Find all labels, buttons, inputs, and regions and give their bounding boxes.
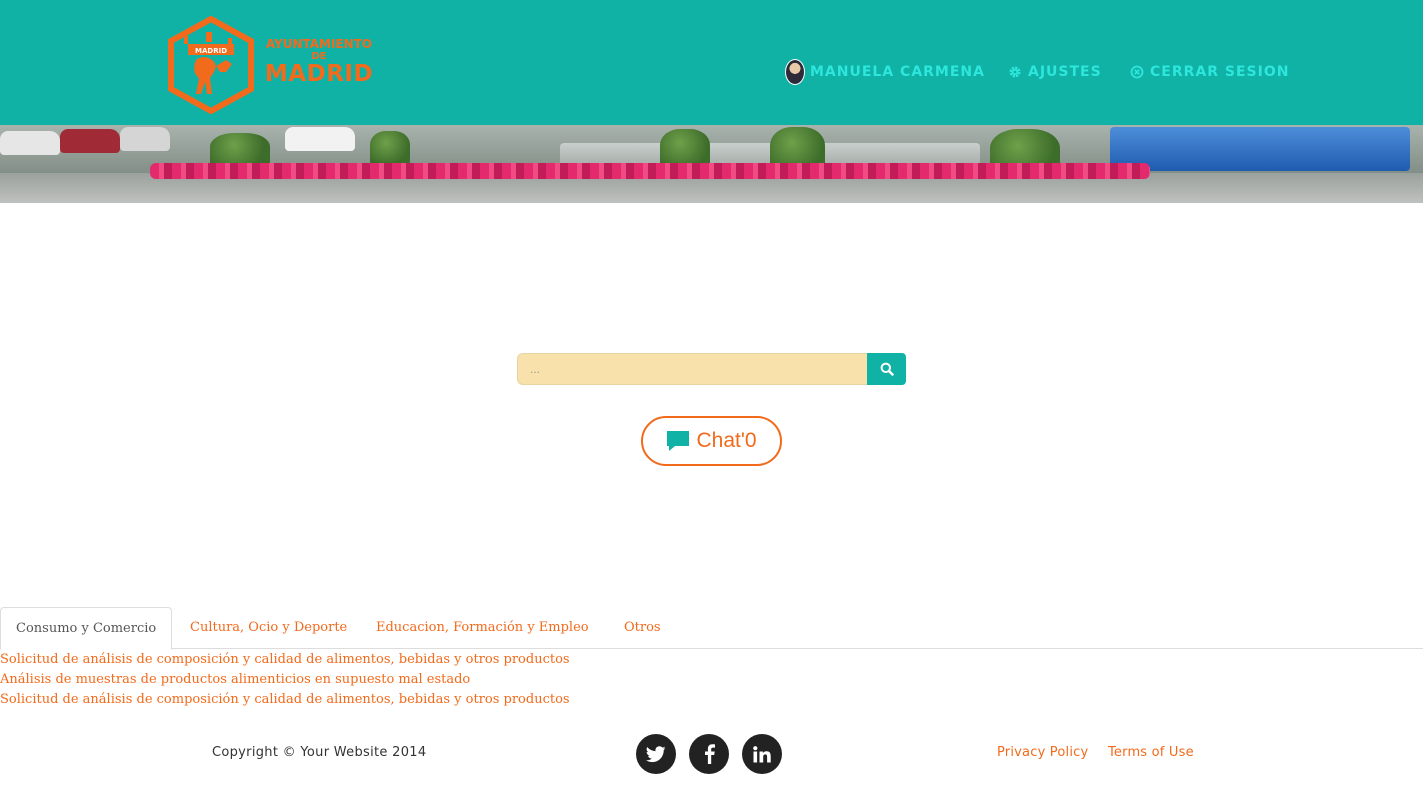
footer-copyright: Copyright © Your Website 2014	[212, 745, 427, 760]
procedure-link[interactable]: Análisis de muestras de productos alimen…	[0, 670, 570, 690]
nav-logout-link[interactable]: CERRAR SESION	[1130, 60, 1289, 84]
tab-cultura-ocio-deporte[interactable]: Cultura, Ocio y Deporte	[175, 607, 362, 649]
madrid-seal-icon: MADRID	[168, 16, 254, 114]
category-tabs: Consumo y Comercio Cultura, Ocio y Depor…	[0, 607, 1423, 650]
logo-line-ayuntamiento: AYUNTAMIENTO	[265, 37, 373, 51]
ayuntamiento-logo[interactable]: MADRID AYUNTAMIENTO DE MADRID	[166, 16, 380, 114]
facebook-button[interactable]	[689, 734, 729, 774]
tab-educacion-formacion-empleo[interactable]: Educacion, Formación y Empleo	[361, 607, 604, 649]
procedure-list: Solicitud de análisis de composición y c…	[0, 650, 570, 710]
avatar	[785, 59, 805, 85]
tab-otros[interactable]: Otros	[609, 607, 676, 649]
chat-bubble-icon	[667, 431, 690, 451]
facebook-icon	[704, 744, 715, 764]
nav-user-profile[interactable]: MANUELA CARMENA	[785, 59, 985, 85]
terms-of-use-link[interactable]: Terms of Use	[1108, 745, 1194, 760]
search-button[interactable]	[867, 353, 906, 385]
hero-banner-image	[0, 125, 1423, 203]
nav-logout-label: CERRAR SESION	[1150, 64, 1290, 80]
tab-consumo-y-comercio[interactable]: Consumo y Comercio	[0, 607, 173, 650]
procedure-link[interactable]: Solicitud de análisis de composición y c…	[0, 690, 570, 710]
logo-wordmark: AYUNTAMIENTO DE MADRID	[258, 37, 380, 87]
procedure-link[interactable]: Solicitud de análisis de composición y c…	[0, 650, 570, 670]
nav-settings-link[interactable]: AJUSTES	[1008, 60, 1102, 84]
chat-button-label: Chat'0	[696, 429, 757, 452]
search-bar	[517, 353, 906, 385]
linkedin-button[interactable]	[742, 734, 782, 774]
nav-user-name: MANUELA CARMENA	[810, 64, 985, 80]
chat-button[interactable]: Chat'0	[641, 416, 782, 466]
svg-text:MADRID: MADRID	[195, 47, 227, 55]
twitter-button[interactable]	[636, 734, 676, 774]
site-header: MADRID AYUNTAMIENTO DE MADRID MANUELA CA…	[0, 0, 1423, 125]
search-input[interactable]	[517, 353, 867, 385]
linkedin-icon	[753, 745, 771, 762]
privacy-policy-link[interactable]: Privacy Policy	[997, 745, 1088, 760]
logo-line-madrid: MADRID	[264, 61, 374, 87]
twitter-icon	[646, 745, 666, 762]
gear-icon	[1009, 66, 1021, 78]
close-circle-icon	[1130, 65, 1144, 79]
nav-settings-label: AJUSTES	[1028, 64, 1102, 80]
search-icon	[880, 362, 894, 376]
